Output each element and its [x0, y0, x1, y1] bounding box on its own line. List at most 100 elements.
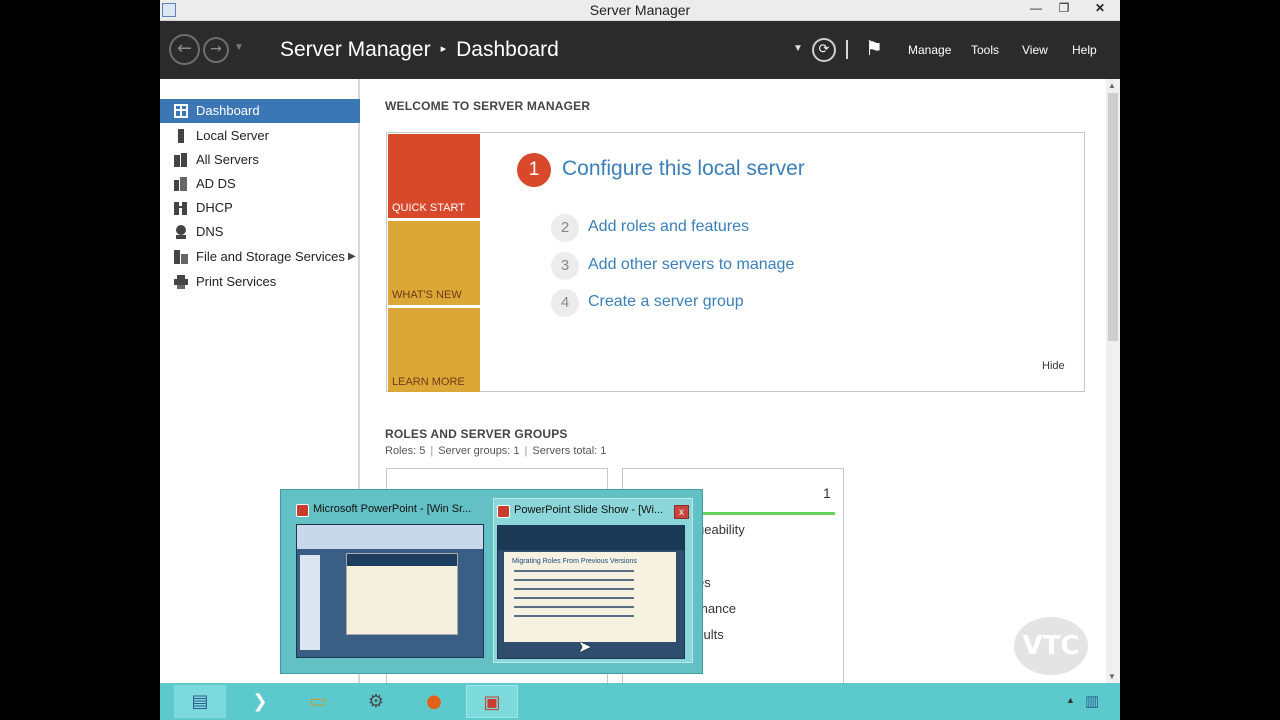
sidebar-item-label: All Servers	[196, 152, 259, 167]
thumbnail-title: Microsoft PowerPoint - [Win Sr...	[313, 503, 472, 515]
header-bar: ← → ▼ Server Manager ▸ Dashboard ▼ ⟳ ⚑ Man…	[160, 21, 1120, 79]
sidebar-item-local-server[interactable]: Local Server	[160, 124, 360, 148]
refresh-icon[interactable]: ⟳	[812, 38, 836, 62]
taskbar-thumbnail-popup: Microsoft PowerPoint - [Win Sr... PowerP…	[280, 489, 703, 674]
menu-tools[interactable]: Tools	[971, 43, 999, 57]
sidebar-item-label: DNS	[196, 224, 224, 239]
forward-arrow-icon[interactable]: →	[203, 37, 229, 63]
roles-section-title: ROLES AND SERVER GROUPS	[385, 427, 568, 441]
thumbnail-powerpoint[interactable]: Microsoft PowerPoint - [Win Sr...	[293, 498, 493, 663]
powerpoint-icon	[296, 504, 309, 517]
storage-icon	[174, 250, 188, 264]
welcome-title: WELCOME TO SERVER MANAGER	[385, 99, 591, 113]
slide-bullets	[514, 570, 634, 624]
add-other-servers-link[interactable]: Add other servers to manage	[588, 256, 794, 274]
history-dropdown-icon[interactable]: ▼	[234, 42, 244, 53]
scroll-up-arrow-icon[interactable]: ▲	[1108, 81, 1116, 90]
thumbnail-slide-show[interactable]: PowerPoint Slide Show - [Wi... x Migrati…	[493, 498, 693, 663]
step-number-badge: 3	[551, 252, 579, 280]
breadcrumb-root[interactable]: Server Manager	[280, 38, 431, 61]
step-number-badge: 2	[551, 214, 579, 242]
powerpoint-icon[interactable]: ▣	[466, 685, 518, 718]
printer-icon	[174, 275, 188, 289]
firefox-icon[interactable]: ●	[408, 685, 460, 718]
hide-button[interactable]: Hide	[1042, 360, 1065, 372]
window-title-bar: Server Manager — ❐ ✕	[160, 0, 1120, 21]
menu-help[interactable]: Help	[1072, 43, 1097, 57]
thumbnail-title: PowerPoint Slide Show - [Wi...	[514, 504, 664, 516]
dns-icon	[176, 225, 186, 239]
minimize-button[interactable]: —	[1022, 0, 1050, 18]
header-divider	[846, 40, 848, 59]
sidebar-item-dhcp[interactable]: DHCP	[160, 196, 360, 220]
thumbnail-preview	[296, 524, 484, 658]
vtc-watermark-logo: VTC	[1014, 617, 1088, 675]
add-roles-features-link[interactable]: Add roles and features	[588, 218, 749, 236]
roles-summary: Roles: 5 | Server groups: 1 | Servers total:…	[385, 445, 606, 457]
sidebar-item-dashboard[interactable]: Dashboard	[160, 99, 360, 123]
servers-total-count: Servers total: 1	[532, 445, 607, 457]
tile-label: QUICK START	[392, 202, 465, 214]
notifications-flag-icon[interactable]: ⚑	[865, 36, 883, 60]
sidebar-item-print-services[interactable]: Print Services	[160, 270, 360, 294]
manageability-link[interactable]: geability	[697, 522, 745, 537]
file-explorer-icon[interactable]: ▭	[292, 685, 344, 718]
slide-preview	[346, 553, 458, 635]
step-number-badge: 4	[551, 289, 579, 317]
network-tray-icon[interactable]: ▥	[1085, 692, 1099, 710]
refresh-dropdown-icon[interactable]: ▼	[793, 43, 803, 54]
step-number-badge: 1	[517, 153, 551, 187]
tile-label: WHAT'S NEW	[392, 289, 462, 301]
server-groups-count: Server groups: 1	[438, 445, 520, 457]
taskbar: ▤ ❯ ▭ ⚙ ● ▣ ▲ ▥	[160, 683, 1120, 720]
slide-preview: Migrating Roles From Previous Versions	[504, 552, 676, 642]
sidebar-item-ad-ds[interactable]: AD DS	[160, 172, 360, 196]
sidebar-item-file-storage[interactable]: File and Storage Services ▶	[160, 245, 360, 269]
ribbon-preview	[297, 525, 483, 549]
menu-manage[interactable]: Manage	[908, 43, 951, 57]
sidebar-item-dns[interactable]: DNS	[160, 220, 360, 244]
admin-tools-icon[interactable]: ⚙	[350, 685, 402, 718]
scroll-down-arrow-icon[interactable]: ▼	[1108, 672, 1116, 681]
sidebar-item-label: AD DS	[196, 176, 236, 191]
sidebar-item-label: File and Storage Services	[196, 249, 345, 264]
tile-label: LEARN MORE	[392, 376, 465, 388]
dashboard-icon	[174, 104, 188, 118]
sidebar-item-label: Dashboard	[196, 103, 260, 118]
servers-icon	[174, 153, 187, 167]
welcome-panel: QUICK START WHAT'S NEW LEARN MORE 1 Conf…	[386, 132, 1085, 392]
tile-whats-new[interactable]: WHAT'S NEW	[388, 221, 480, 305]
dhcp-icon	[174, 202, 187, 215]
vertical-scrollbar[interactable]: ▲ ▼	[1106, 79, 1120, 683]
slide-band	[347, 554, 457, 566]
ad-ds-icon	[174, 177, 187, 191]
screen: Server Manager — ❐ ✕ ← → ▼ Server Manage…	[160, 0, 1120, 720]
create-server-group-link[interactable]: Create a server group	[588, 293, 744, 311]
restore-button[interactable]: ❐	[1050, 0, 1078, 18]
breadcrumb: Server Manager ▸ Dashboard	[280, 38, 559, 62]
summary-divider: |	[430, 445, 434, 457]
server-manager-icon[interactable]: ▤	[174, 685, 226, 718]
tile-learn-more[interactable]: LEARN MORE	[388, 308, 480, 392]
back-arrow-icon[interactable]: ←	[169, 34, 200, 65]
summary-divider: |	[524, 445, 528, 457]
powershell-icon[interactable]: ❯	[234, 685, 286, 718]
role-card-count: 1	[823, 485, 831, 501]
powerpoint-icon	[497, 505, 510, 518]
menu-view[interactable]: View	[1022, 43, 1048, 57]
configure-local-server-link[interactable]: Configure this local server	[562, 157, 805, 181]
slide-title: Migrating Roles From Previous Versions	[512, 558, 637, 565]
breadcrumb-separator-icon: ▸	[440, 43, 447, 55]
expand-chevron-icon[interactable]: ▶	[348, 245, 356, 269]
thumbnail-close-button[interactable]: x	[674, 505, 689, 519]
scrollbar-thumb[interactable]	[1108, 93, 1118, 341]
sidebar-item-label: Print Services	[196, 274, 277, 289]
breadcrumb-current: Dashboard	[456, 38, 559, 61]
sidebar-item-all-servers[interactable]: All Servers	[160, 148, 360, 172]
close-button[interactable]: ✕	[1080, 0, 1120, 18]
slide-header-band	[498, 526, 684, 550]
tile-quick-start[interactable]: QUICK START	[388, 134, 480, 218]
tray-expand-icon[interactable]: ▲	[1066, 695, 1075, 705]
sidebar-item-label: DHCP	[196, 200, 233, 215]
window-title: Server Manager	[589, 2, 691, 18]
